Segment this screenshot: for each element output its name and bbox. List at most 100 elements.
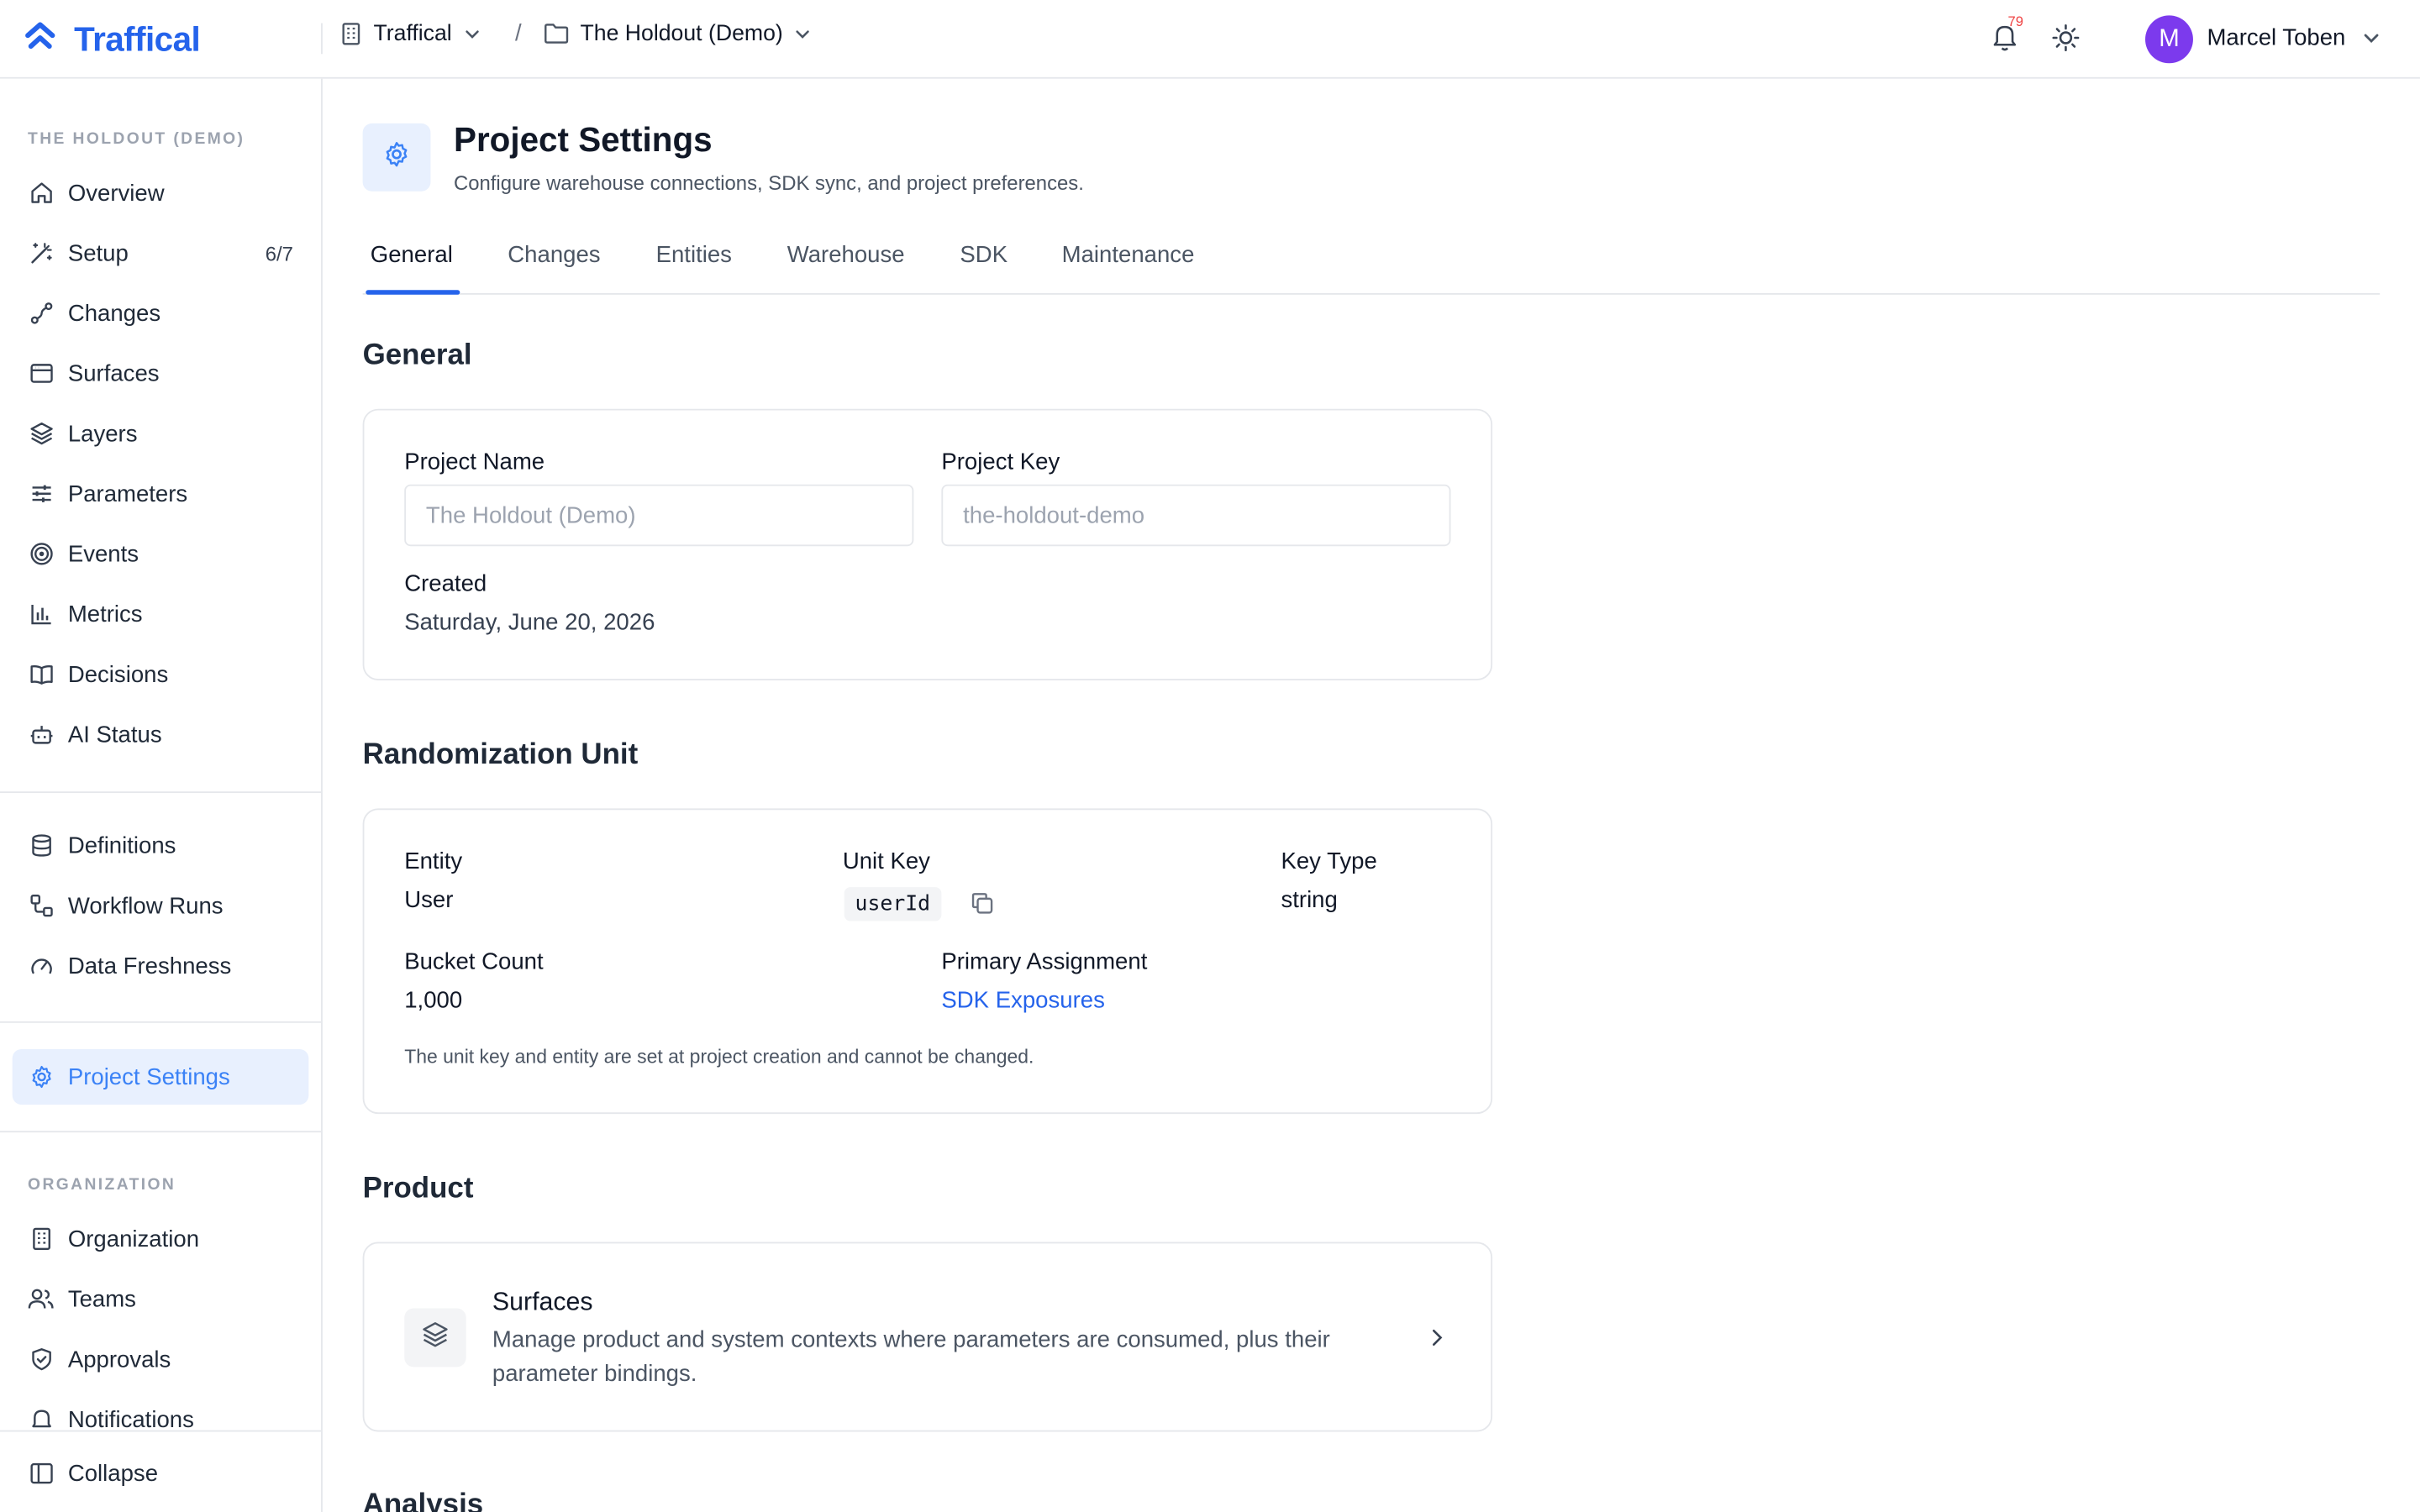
tab-warehouse[interactable]: Warehouse: [787, 242, 905, 268]
project-name-label: Project Name: [404, 449, 545, 475]
tab-entities[interactable]: Entities: [656, 242, 732, 268]
sidebar-section-project: THE HOLDOUT (DEMO): [28, 129, 245, 149]
org-switcher[interactable]: Traffical: [339, 21, 481, 45]
sidebar-item-label: Metrics: [67, 601, 143, 627]
sidebar-item-teams[interactable]: Teams: [13, 1271, 309, 1326]
app-root: Traffical Traffical / The Holdout (Demo): [0, 0, 2420, 1512]
sidebar-item-label: Workflow Runs: [67, 892, 224, 919]
copy-icon[interactable]: [971, 892, 994, 923]
sidebar-item-changes[interactable]: Changes: [13, 286, 309, 341]
sidebar-item-project-settings[interactable]: Project Settings: [12, 1048, 309, 1105]
randomization-note: The unit key and entity are set at proje…: [404, 1046, 1034, 1068]
tab-changes[interactable]: Changes: [508, 242, 600, 268]
project-name-field[interactable]: The Holdout (Demo): [404, 484, 914, 547]
sidebar-item-data-freshness[interactable]: Data Freshness: [13, 938, 309, 994]
sidebar-item-organization[interactable]: Organization: [13, 1211, 309, 1267]
notifications-button[interactable]: 79: [1991, 14, 2024, 55]
tab-maintenance[interactable]: Maintenance: [1062, 242, 1195, 268]
project-key-field[interactable]: the-holdout-demo: [941, 484, 1451, 547]
topbar-divider: [321, 23, 323, 55]
page-header-icon: [362, 123, 431, 192]
entity-label: Entity: [404, 848, 463, 875]
tab-general[interactable]: General: [371, 242, 453, 268]
notification-count-badge: 79: [2007, 13, 2023, 29]
breadcrumb-separator: /: [515, 19, 522, 47]
section-title-randomization: Randomization Unit: [362, 738, 639, 772]
sidebar-item-label: Events: [67, 540, 139, 567]
brand[interactable]: Traffical: [24, 18, 201, 60]
gear-icon: [28, 1063, 54, 1089]
sidebar-item-decisions[interactable]: Decisions: [13, 647, 309, 702]
sidebar-item-label: Data Freshness: [67, 953, 232, 979]
gauge-icon: [28, 953, 54, 979]
bot-icon: [28, 722, 54, 748]
sidebar-item-setup[interactable]: Setup 6/7: [13, 225, 309, 281]
shield-check-icon: [28, 1347, 54, 1373]
home-icon: [28, 180, 54, 206]
sidebar-item-definitions[interactable]: Definitions: [13, 817, 309, 873]
section-title-general: General: [362, 339, 472, 372]
section-title-product: Product: [362, 1172, 474, 1205]
sidebar-item-ai-status[interactable]: AI Status: [13, 706, 309, 762]
sidebar-item-parameters[interactable]: Parameters: [13, 466, 309, 522]
building-icon: [28, 1226, 54, 1252]
sidebar-item-label: Layers: [67, 420, 138, 447]
surfaces-card-desc-line2: parameter bindings.: [492, 1360, 697, 1388]
key-type-value: string: [1281, 887, 1338, 914]
avatar[interactable]: M: [2145, 15, 2193, 64]
sidebar-item-surfaces[interactable]: Surfaces: [13, 345, 309, 401]
project-switcher[interactable]: The Holdout (Demo): [543, 21, 812, 45]
tab-sdk[interactable]: SDK: [960, 242, 1007, 268]
theme-toggle[interactable]: [2051, 24, 2081, 60]
chevron-down-icon[interactable]: [2361, 28, 2381, 55]
layers-icon: [421, 1320, 449, 1355]
settings-tabs: General Changes Entities Warehouse SDK M…: [362, 221, 2381, 295]
sidebar-item-label: Changes: [67, 300, 161, 327]
sidebar-item-metrics[interactable]: Metrics: [13, 586, 309, 642]
sidebar-item-layers[interactable]: Layers: [13, 406, 309, 461]
key-type-label: Key Type: [1281, 848, 1377, 875]
folder-icon: [543, 22, 569, 45]
gear-icon: [383, 139, 411, 175]
project-crumb-label: The Holdout (Demo): [580, 20, 783, 46]
sliders-icon: [28, 480, 54, 507]
collapse-label: Collapse: [67, 1460, 159, 1487]
sidebar-item-label: AI Status: [67, 721, 162, 748]
chevron-down-icon: [463, 24, 481, 42]
traffical-logo-icon: [24, 18, 55, 60]
general-card: Project Name The Holdout (Demo) Project …: [362, 408, 1493, 680]
sidebar: THE HOLDOUT (DEMO) Overview Setup 6/7 Ch…: [0, 78, 323, 1512]
sidebar-item-approvals[interactable]: Approvals: [13, 1331, 309, 1387]
layers-icon: [28, 421, 54, 447]
primary-assignment-label: Primary Assignment: [941, 948, 1148, 975]
users-icon: [28, 1286, 54, 1312]
building-icon: [339, 21, 363, 45]
entity-value: User: [404, 887, 454, 914]
sidebar-divider: [0, 1131, 322, 1133]
sidebar-item-workflow-runs[interactable]: Workflow Runs: [13, 878, 309, 933]
bucket-count-value: 1,000: [404, 987, 463, 1014]
sidebar-item-label: Definitions: [67, 832, 176, 859]
sidebar-item-label: Decisions: [67, 661, 169, 688]
sidebar-item-label: Setup: [67, 239, 129, 266]
sidebar-item-label: Overview: [67, 179, 165, 207]
surfaces-card[interactable]: Surfaces Manage product and system conte…: [362, 1242, 1493, 1432]
org-crumb-label: Traffical: [373, 20, 452, 46]
sidebar-item-overview[interactable]: Overview: [13, 165, 309, 221]
sidebar-item-events[interactable]: Events: [13, 526, 309, 581]
chevron-right-icon: [1429, 1327, 1444, 1357]
page-subtitle: Configure warehouse connections, SDK syn…: [453, 171, 1084, 195]
target-icon: [28, 541, 54, 567]
sidebar-item-label: Organization: [67, 1226, 200, 1252]
unit-key-value: userId: [844, 887, 941, 921]
section-title-analysis: Analysis: [362, 1488, 484, 1512]
created-label: Created: [404, 570, 487, 597]
breadcrumb: Traffical / The Holdout (Demo): [339, 20, 813, 46]
user-name[interactable]: Marcel Toben: [2207, 24, 2345, 50]
main-content: Project Settings Configure warehouse con…: [323, 79, 2420, 1512]
primary-assignment-link[interactable]: SDK Exposures: [941, 987, 1104, 1013]
sidebar-divider: [0, 791, 322, 794]
collapse-sidebar-button[interactable]: Collapse: [13, 1446, 309, 1501]
sidebar-item-label: Notifications: [67, 1406, 194, 1433]
surfaces-card-icon: [404, 1308, 466, 1368]
